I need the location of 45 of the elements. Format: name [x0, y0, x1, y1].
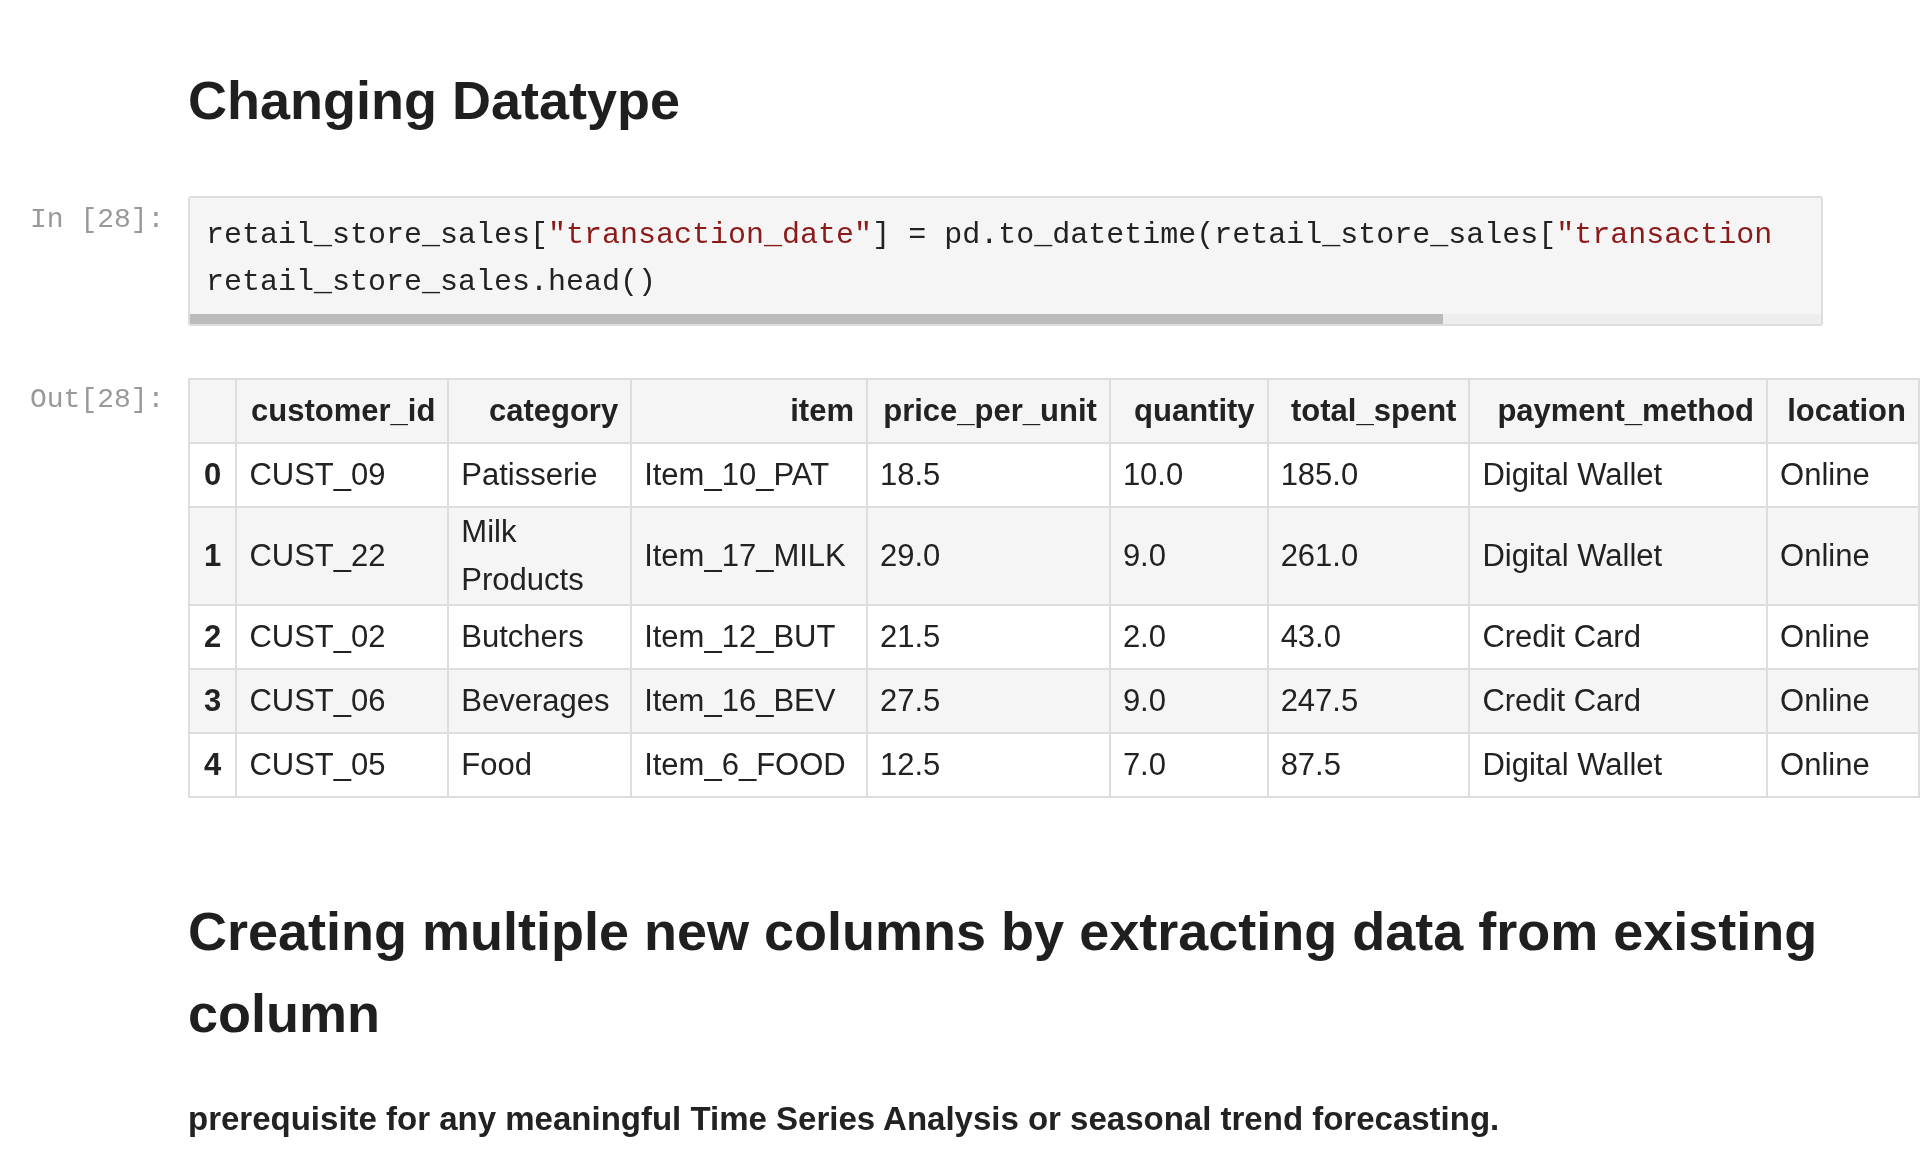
- table-cell: Online: [1767, 507, 1919, 605]
- column-header: price_per_unit: [866, 379, 1110, 443]
- table-cell: Digital Wallet: [1469, 733, 1768, 797]
- table-cell: 7.0: [1109, 733, 1268, 797]
- table-cell: 87.5: [1267, 733, 1470, 797]
- section-heading: Changing Datatype: [188, 69, 681, 132]
- table-cell: Item_16_BEV: [631, 669, 867, 733]
- table-cell: CUST_06: [236, 669, 449, 733]
- table-cell: 29.0: [866, 507, 1110, 605]
- table-cell: Online: [1767, 733, 1919, 797]
- scrollbar-thumb[interactable]: [190, 314, 1443, 324]
- table-cell: Item_17_MILK: [631, 507, 867, 605]
- output-prompt: Out[28]:: [30, 383, 166, 415]
- code-line: retail_store_sales.head(): [206, 264, 657, 301]
- table-cell: Online: [1767, 669, 1919, 733]
- table-cell: 12.5: [866, 733, 1110, 797]
- table-cell: Digital Wallet: [1469, 507, 1768, 605]
- row-index: 1: [188, 507, 237, 605]
- table-cell: Item_6_FOOD: [631, 733, 867, 797]
- row-index: 3: [188, 669, 237, 733]
- input-prompt: In [28]:: [30, 203, 166, 235]
- column-header: payment_method: [1469, 379, 1768, 443]
- column-header: quantity: [1109, 379, 1268, 443]
- table-cell: CUST_22: [236, 507, 449, 605]
- row-index: 4: [188, 733, 237, 797]
- table-cell: Credit Card: [1469, 669, 1768, 733]
- column-header: category: [448, 379, 632, 443]
- table-corner-cell: [188, 379, 237, 443]
- table-cell: Beverages: [448, 669, 632, 733]
- column-header: location: [1767, 379, 1919, 443]
- table-cell: 9.0: [1109, 669, 1268, 733]
- table-cell: 27.5: [866, 669, 1110, 733]
- section-heading: Creating multiple new columns by extracting data from existing column: [188, 900, 1819, 1045]
- code-cell[interactable]: retail_store_sales["transaction_date"] = pd.to_datetime(retail_store_sales["transaction retail_store_sales.head(): [188, 196, 1823, 326]
- column-header: item: [631, 379, 867, 443]
- column-header: total_spent: [1267, 379, 1470, 443]
- table-cell: CUST_05: [236, 733, 449, 797]
- table-cell: 247.5: [1267, 669, 1470, 733]
- table-cell: 261.0: [1267, 507, 1470, 605]
- paragraph: prerequisite for any meaningful Time Series Analysis or seasonal trend forecasting.: [188, 1100, 1500, 1138]
- table-cell: Food: [448, 733, 632, 797]
- table-cell: 9.0: [1109, 507, 1268, 605]
- code-line: retail_store_sales["transaction_date"] = pd.to_datetime(retail_store_sales["transaction: [206, 217, 1773, 254]
- column-header: customer_id: [236, 379, 449, 443]
- table-cell: Milk Products: [448, 507, 632, 605]
